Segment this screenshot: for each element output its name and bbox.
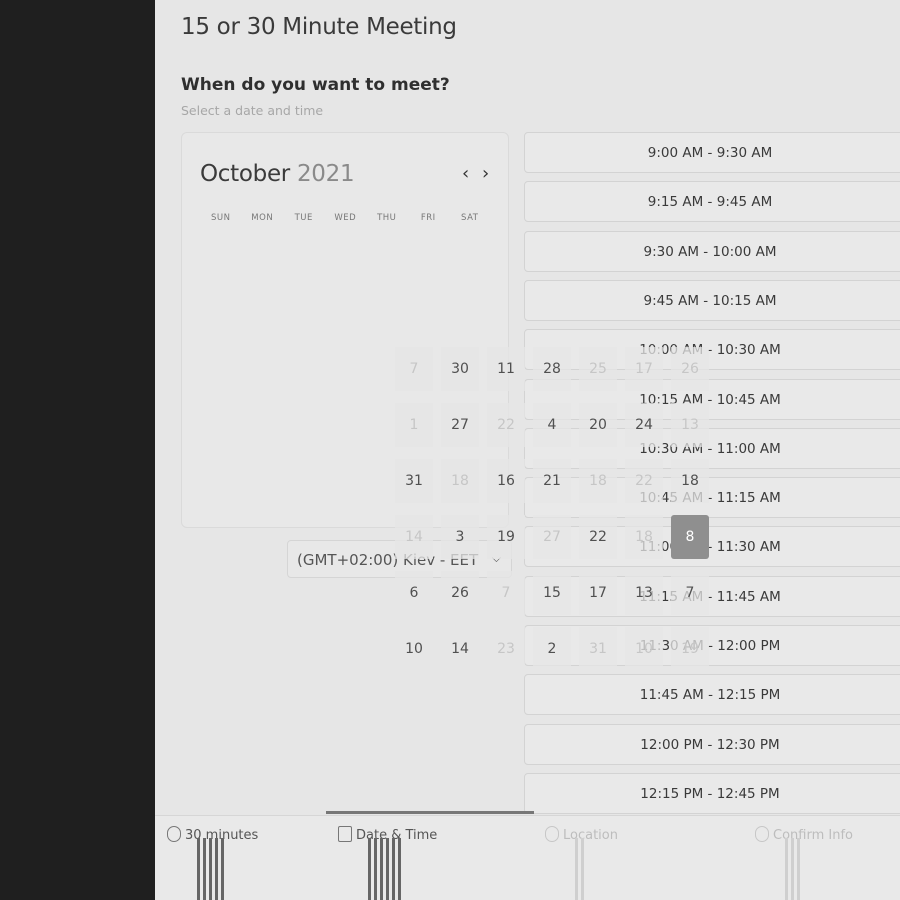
calendar-day: 31 <box>579 627 617 671</box>
artifact-bar <box>398 838 401 900</box>
time-slot-button[interactable]: 9:00 AM - 9:30 AM <box>524 132 900 173</box>
year-label: 2021 <box>296 161 355 187</box>
artifact-bar <box>374 838 377 900</box>
artifact-bar <box>581 838 584 900</box>
weekday-label: MON <box>251 213 274 223</box>
time-slot-button[interactable]: 12:15 PM - 12:45 PM <box>524 772 900 814</box>
section-hint: Select a date and time <box>181 103 324 118</box>
calendar-day[interactable]: 3 <box>441 515 479 559</box>
calendar-day[interactable]: 10 <box>395 627 433 671</box>
calendar-day: 22 <box>487 403 525 447</box>
month-name: October <box>200 161 290 187</box>
calendar-day[interactable]: 17 <box>579 571 617 615</box>
calendar-day: 13 <box>671 403 709 447</box>
chevron-right-icon[interactable]: › <box>482 163 489 184</box>
weekday-label: SUN <box>211 213 231 223</box>
calendar-day: 19 <box>671 627 709 671</box>
time-slot-button[interactable]: 9:30 AM - 10:00 AM <box>524 230 900 272</box>
artifact-bar <box>368 838 371 900</box>
calendar-day: 17 <box>625 347 663 391</box>
calendar-day[interactable]: 27 <box>441 403 479 447</box>
calendar-day[interactable]: 20 <box>579 403 617 447</box>
step-tab[interactable]: Confirm Info <box>755 826 853 843</box>
weekday-label: SAT <box>461 213 479 223</box>
time-slot-button[interactable]: 9:15 AM - 9:45 AM <box>524 181 900 223</box>
calendar-day: 7 <box>487 571 525 615</box>
artifact-bar <box>380 838 383 900</box>
weekday-label: THU <box>377 213 397 223</box>
calendar-day[interactable]: 22 <box>579 515 617 559</box>
calendar-month-label: October 2021 <box>200 161 355 187</box>
section-heading: When do you want to meet? <box>181 75 450 95</box>
artifact-bar <box>215 838 218 900</box>
clock-icon <box>167 826 181 842</box>
calendar-day-selected[interactable]: 8 <box>671 515 709 559</box>
left-sidebar <box>0 0 155 900</box>
step-artifact <box>197 838 224 900</box>
weekday-label: WED <box>334 213 357 223</box>
calendar-day[interactable]: 28 <box>533 347 571 391</box>
calendar-day[interactable]: 11 <box>487 347 525 391</box>
calendar-icon <box>338 826 352 842</box>
calendar-day[interactable]: 19 <box>487 515 525 559</box>
calendar-day: 1 <box>395 403 433 447</box>
artifact-bar <box>785 838 788 900</box>
calendar-day[interactable]: 31 <box>395 459 433 503</box>
weekday-label: TUE <box>294 213 313 223</box>
artifact-bar <box>392 838 395 900</box>
calendar-day: 10 <box>625 627 663 671</box>
artifact-bar <box>575 838 578 900</box>
calendar-day: 14 <box>395 515 433 559</box>
calendar-day: 18 <box>441 459 479 503</box>
step-label: Location <box>563 828 618 843</box>
time-slot-button[interactable]: 9:45 AM - 10:15 AM <box>524 279 900 321</box>
page-title: 15 or 30 Minute Meeting <box>181 14 457 40</box>
step-artifact <box>785 838 800 900</box>
calendar-day[interactable]: 6 <box>395 571 433 615</box>
chevron-left-icon[interactable]: ‹ <box>462 163 469 184</box>
calendar-day[interactable]: 18 <box>671 459 709 503</box>
calendar-day[interactable]: 30 <box>441 347 479 391</box>
calendar-day[interactable]: 4 <box>533 403 571 447</box>
calendar-day[interactable]: 26 <box>441 571 479 615</box>
calendar-day[interactable]: 24 <box>625 403 663 447</box>
artifact-bar <box>791 838 794 900</box>
time-slot-button[interactable]: 12:00 PM - 12:30 PM <box>524 723 900 765</box>
weekday-header: SUN MON TUE WED THU FRI SAT <box>200 213 500 223</box>
calendar-day: 26 <box>671 347 709 391</box>
calendar-day[interactable]: 14 <box>441 627 479 671</box>
calendar-day: 18 <box>579 459 617 503</box>
calendar-day: 7 <box>395 347 433 391</box>
active-step-indicator <box>326 811 534 814</box>
location-pin-icon <box>545 826 559 842</box>
artifact-bar <box>203 838 206 900</box>
calendar-day[interactable]: 2 <box>533 627 571 671</box>
step-artifact <box>368 838 401 900</box>
calendar-day[interactable]: 7 <box>671 571 709 615</box>
artifact-bar <box>386 838 389 900</box>
calendar-day[interactable]: 16 <box>487 459 525 503</box>
artifact-bar <box>221 838 224 900</box>
calendar-day: 27 <box>533 515 571 559</box>
calendar-day[interactable]: 13 <box>625 571 663 615</box>
scheduler-panel: 15 or 30 Minute Meeting When do you want… <box>155 0 900 900</box>
calendar-day: 22 <box>625 459 663 503</box>
step-artifact <box>575 838 584 900</box>
calendar-day: 18 <box>625 515 663 559</box>
time-slot-button[interactable]: 11:45 AM - 12:15 PM <box>524 674 900 716</box>
calendar-day[interactable]: 21 <box>533 459 571 503</box>
checkbox-icon <box>755 826 769 842</box>
artifact-bar <box>797 838 800 900</box>
weekday-label: FRI <box>420 213 436 223</box>
calendar-day: 25 <box>579 347 617 391</box>
artifact-bar <box>209 838 212 900</box>
artifact-bar <box>197 838 200 900</box>
calendar-day: 23 <box>487 627 525 671</box>
calendar-day[interactable]: 15 <box>533 571 571 615</box>
